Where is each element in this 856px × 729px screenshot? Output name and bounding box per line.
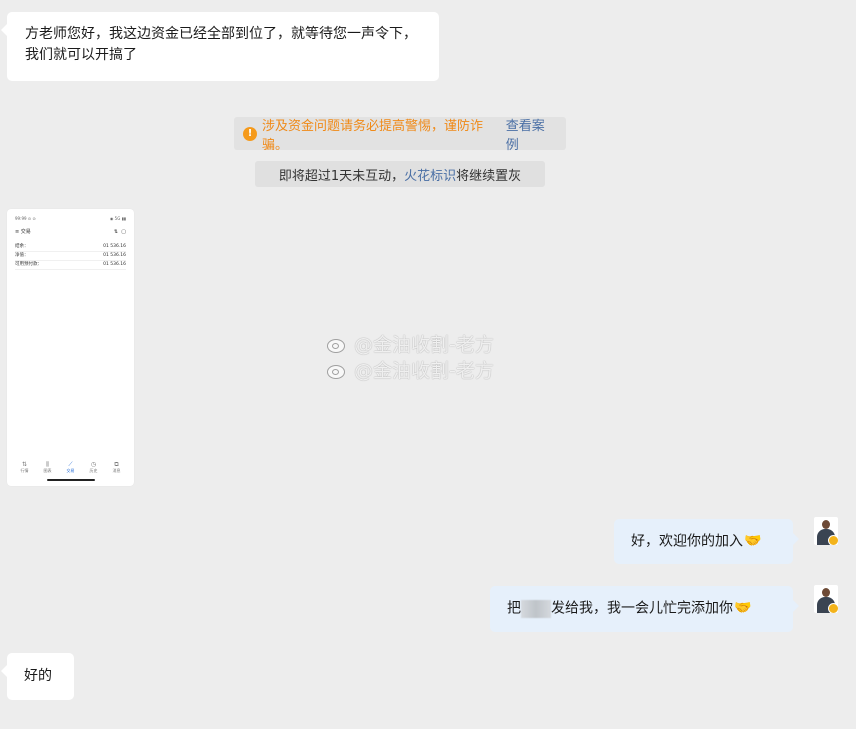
weibo-icon	[326, 361, 348, 379]
notice-prefix: 即将超过1天未互动，	[278, 168, 405, 184]
blurred-redaction	[521, 599, 551, 618]
handshake-emoji: 🤝	[744, 533, 762, 549]
image-message-phone-screenshot[interactable]: 99:99 ⊙ ⊙ ◉ 5G ▮▮ ≡ 交易 ⇅ ▢ 结余： 01 536.16 …	[7, 209, 134, 486]
message-text: 好，欢迎你的加入	[631, 533, 743, 550]
inactivity-notice: 即将超过1天未互动， 火花标识 将继续置灰	[255, 161, 545, 187]
account-row: 可用预付款： 01 536.16	[15, 261, 126, 270]
handshake-emoji: 🤝	[734, 600, 752, 616]
user-avatar[interactable]	[814, 585, 838, 613]
warning-text: 涉及资金问题请务必提高警惕，谨防诈骗。	[262, 118, 484, 153]
nav-item-quotes: ⇅ 行情	[20, 461, 29, 473]
message-text-suffix: 发给我，我一会儿忙完添加你	[551, 600, 733, 617]
nav-item-charts: ⫼ 图表	[43, 461, 52, 473]
outgoing-message-bubble: 好，欢迎你的加入🤝	[614, 519, 799, 564]
account-row: 净值： 01 536.16	[15, 252, 126, 261]
fraud-warning-notice: ! 涉及资金问题请务必提高警惕，谨防诈骗。 查看案例	[234, 115, 566, 153]
message-text: 方老师您好，我这边资金已经全部到位了，就等待您一声令下，我们就可以开搞了	[25, 26, 417, 63]
nav-item-history: ◷ 历史	[89, 461, 98, 473]
phone-status-bar: 99:99 ⊙ ⊙ ◉ 5G ▮▮	[15, 216, 126, 221]
nav-item-messages: ⧉ 消息	[112, 461, 121, 473]
status-right: ◉ 5G ▮▮	[109, 216, 126, 221]
watermark-text: @金油收割-老方	[354, 334, 494, 356]
incoming-message-bubble: 方老师您好，我这边资金已经全部到位了，就等待您一声令下，我们就可以开搞了	[1, 12, 439, 81]
verified-badge-icon	[828, 603, 838, 613]
status-left: 99:99 ⊙ ⊙	[15, 216, 36, 221]
outgoing-message-bubble: 把 发给我，我一会儿忙完添加你🤝	[490, 586, 799, 632]
spark-mark-link[interactable]: 火花标识	[404, 165, 456, 184]
view-cases-link[interactable]: 查看案例	[506, 115, 557, 153]
verified-badge-icon	[828, 535, 838, 545]
user-avatar[interactable]	[814, 517, 838, 545]
weibo-watermark: @金油收割-老方	[326, 330, 494, 357]
phone-title-bar: ≡ 交易 ⇅ ▢	[15, 228, 126, 236]
nav-item-trade: ⟋ 交易	[66, 461, 75, 473]
account-rows: 结余： 01 536.16 净值： 01 536.16 可用预付款： 01 536.1…	[15, 243, 126, 270]
message-text: 好的	[24, 668, 52, 684]
phone-bar-icons: ⇅ ▢	[113, 228, 126, 235]
watermark-text: @金油收割-老方	[354, 360, 494, 382]
message-text-prefix: 把	[507, 600, 521, 617]
weibo-watermark: @金油收割-老方	[326, 356, 494, 383]
phone-title: ≡ 交易	[15, 229, 31, 235]
account-row: 结余： 01 536.16	[15, 243, 126, 252]
incoming-message-bubble: 好的	[1, 653, 74, 700]
phone-bottom-nav: ⇅ 行情 ⫼ 图表 ⟋ 交易 ◷ 历史 ⧉ 消息	[13, 461, 128, 474]
info-icon: !	[243, 126, 257, 141]
weibo-icon	[326, 335, 348, 353]
notice-suffix: 将继续置灰	[456, 168, 522, 184]
phone-home-indicator	[47, 479, 95, 481]
